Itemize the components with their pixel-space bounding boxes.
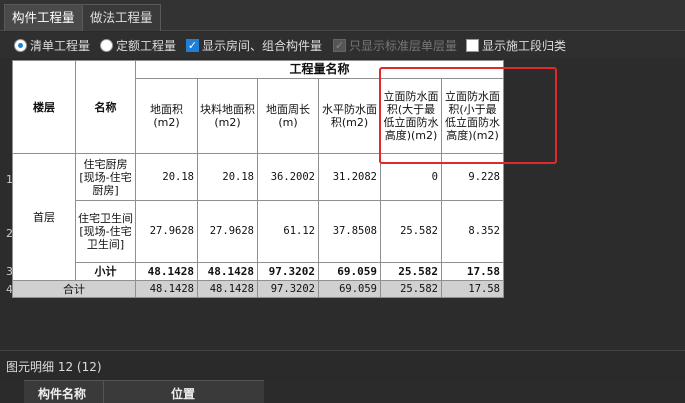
detail-panel-header: 图元明细 12 (12) [0,350,685,380]
subtotal-cell: 97.3202 [257,262,319,281]
checkbox-show-rooms-label: 显示房间、组合构件量 [202,39,323,53]
total-row[interactable]: 合计 48.1428 48.1428 97.3202 69.059 25.582… [12,280,504,298]
total-label: 合计 [12,280,136,298]
subtotal-cell: 25.582 [380,262,442,281]
total-cell: 25.582 [380,280,442,298]
name-cell: 住宅厨房[现场-住宅厨房] [75,153,136,201]
header-floor-perimeter: 地面周长(m) [257,78,319,154]
checkbox-show-rooms[interactable]: ✓ 显示房间、组合构件量 [186,37,322,54]
options-bar: 清单工程量 定额工程量 ✓ 显示房间、组合构件量 ✓ 只显示标准层单层量 显示施… [0,32,685,58]
total-cell: 17.58 [441,280,504,298]
total-cell: 48.1428 [197,280,258,298]
subtotal-cell: 48.1428 [135,262,198,281]
tab-bar: 构件工程量 做法工程量 [0,0,685,31]
header-floor: 楼层 [12,60,76,154]
checkmark-disabled-icon: ✓ [333,39,346,52]
detail-title: 图元明细 12 (12) [6,360,102,374]
table-row[interactable]: 住宅卫生间[现场-住宅卫生间] 27.9628 27.9628 61.12 37… [13,200,504,263]
subtotal-label: 小计 [75,262,136,281]
tab-component-quantity[interactable]: 构件工程量 [4,4,83,31]
header-block-floor-area: 块料地面积(m2) [197,78,258,154]
radio-bill-label: 清单工程量 [30,39,91,53]
header-name: 名称 [75,60,136,154]
checkbox-standard-floor: ✓ 只显示标准层单层量 [333,37,457,54]
subtotal-row[interactable]: 小计 48.1428 48.1428 97.3202 69.059 25.582… [13,262,504,281]
highlight-box [379,67,557,164]
radio-unselected-icon [100,39,113,52]
column-divider [103,381,104,403]
detail-table-header: 构件名称 位置 [24,380,264,403]
total-cell: 48.1428 [135,280,198,298]
total-cell: 69.059 [318,280,381,298]
checkbox-empty-icon [466,39,479,52]
checkmark-icon: ✓ [186,39,199,52]
tab-method-quantity[interactable]: 做法工程量 [82,4,161,31]
total-cell: 97.3202 [257,280,319,298]
value-cell: 37.8508 [318,200,381,263]
value-cell: 8.352 [441,200,504,263]
value-cell: 25.582 [380,200,442,263]
checkbox-construction-stage-label: 显示施工段归类 [482,39,567,53]
checkbox-construction-stage[interactable]: 显示施工段归类 [466,37,566,54]
radio-bill-quantity[interactable]: 清单工程量 [14,37,90,54]
value-cell: 36.2002 [257,153,319,201]
subtotal-cell: 48.1428 [197,262,258,281]
value-cell: 20.18 [135,153,198,201]
subtotal-cell: 17.58 [441,262,504,281]
header-floor-area: 地面积(m2) [135,78,198,154]
radio-quota-label: 定额工程量 [116,39,177,53]
checkbox-standard-floor-label: 只显示标准层单层量 [349,39,458,53]
floor-cell: 首层 [12,153,76,281]
header-horizontal-waterproof: 水平防水面积(m2) [318,78,381,154]
value-cell: 27.9628 [135,200,198,263]
value-cell: 20.18 [197,153,258,201]
name-cell: 住宅卫生间[现场-住宅卫生间] [75,200,136,263]
radio-quota-quantity[interactable]: 定额工程量 [100,37,176,54]
subtotal-cell: 69.059 [318,262,381,281]
detail-col-component[interactable]: 构件名称 [38,385,86,402]
value-cell: 27.9628 [197,200,258,263]
detail-col-position[interactable]: 位置 [171,385,195,402]
radio-selected-icon [14,39,27,52]
value-cell: 61.12 [257,200,319,263]
value-cell: 31.2082 [318,153,381,201]
